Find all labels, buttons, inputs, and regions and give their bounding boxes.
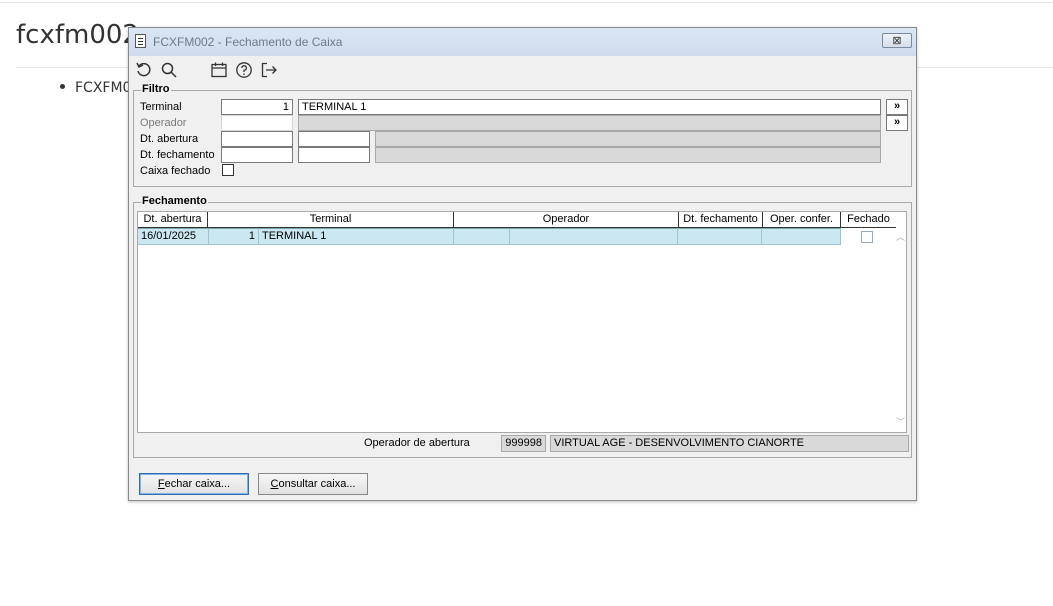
- table-cell-terminal-name[interactable]: TERMINAL 1: [259, 228, 454, 245]
- column-header-oper-confer[interactable]: Oper. confer.: [763, 212, 841, 228]
- operador-name-field: [298, 115, 881, 131]
- filtro-label: Filtro: [141, 83, 171, 95]
- terminal-label: Terminal: [140, 101, 182, 113]
- calendar-icon[interactable]: [208, 59, 230, 81]
- operador-label: Operador: [140, 117, 187, 129]
- fechar-caixa-button[interactable]: Fechar caixa...: [139, 473, 249, 495]
- table-cell-dt-abertura[interactable]: 16/01/2025: [138, 228, 209, 245]
- dialog-window: FCXFM002 - Fechamento de Caixa ⊠ Filtro …: [128, 27, 917, 501]
- document-icon: [135, 34, 146, 48]
- terminal-name-field[interactable]: TERMINAL 1: [298, 99, 881, 115]
- consultar-caixa-label: onsultar caixa...: [278, 478, 356, 490]
- fechar-caixa-mnemonic: F: [157, 478, 165, 490]
- table-cell-oper-confer[interactable]: [762, 228, 841, 245]
- operador-abertura-code-field: 999998: [501, 435, 546, 452]
- exit-icon[interactable]: [258, 59, 280, 81]
- window-titlebar[interactable]: FCXFM002 - Fechamento de Caixa ⊠: [129, 28, 916, 56]
- table-cell-operador-name[interactable]: [510, 228, 678, 245]
- terminal-lookup-button[interactable]: »: [886, 99, 908, 115]
- page-title: fcxfm002: [16, 20, 139, 50]
- dt-abertura-label: Dt. abertura: [140, 133, 199, 145]
- dt-fechamento-to-field[interactable]: [298, 147, 370, 163]
- caixa-fechado-label: Caixa fechado: [140, 165, 211, 177]
- operador-code-field[interactable]: [221, 115, 293, 131]
- dt-abertura-from-field[interactable]: [221, 131, 293, 147]
- column-header-dt-fechamento[interactable]: Dt. fechamento: [679, 212, 763, 228]
- dt-fechamento-label: Dt. fechamento: [140, 149, 215, 161]
- terminal-code-field[interactable]: 1: [221, 99, 293, 115]
- dt-abertura-extra-field: [375, 131, 881, 147]
- operador-abertura-name-field: VIRTUAL AGE - DESENVOLVIMENTO CIANORTE: [550, 435, 909, 452]
- fechamento-table[interactable]: Dt. abertura Terminal Operador Dt. fecha…: [137, 211, 907, 433]
- consultar-caixa-button[interactable]: Consultar caixa...: [258, 473, 368, 495]
- table-cell-dt-fechamento[interactable]: [678, 228, 762, 245]
- dt-abertura-to-field[interactable]: [298, 131, 370, 147]
- dt-fechamento-extra-field: [375, 147, 881, 163]
- dt-fechamento-from-field[interactable]: [221, 147, 293, 163]
- help-icon[interactable]: [233, 59, 255, 81]
- column-header-dt-abertura[interactable]: Dt. abertura: [138, 212, 208, 228]
- window-title: FCXFM002 - Fechamento de Caixa: [153, 35, 343, 49]
- operador-abertura-label: Operador de abertura: [364, 437, 470, 449]
- operador-lookup-button[interactable]: »: [886, 115, 908, 131]
- undo-icon[interactable]: [133, 59, 155, 81]
- column-header-fechado[interactable]: Fechado: [841, 212, 896, 228]
- table-cell-operador-code[interactable]: [454, 228, 510, 245]
- search-icon[interactable]: [158, 59, 180, 81]
- table-cell-fechado-checkbox[interactable]: [861, 231, 873, 243]
- close-button[interactable]: ⊠: [882, 33, 912, 48]
- table-cell-terminal-code[interactable]: 1: [209, 228, 259, 245]
- column-header-operador[interactable]: Operador: [454, 212, 679, 228]
- fechamento-label: Fechamento: [141, 195, 208, 207]
- top-divider: [0, 2, 1053, 3]
- bullet-icon: [60, 83, 65, 89]
- scroll-down-icon[interactable]: ﹀: [896, 415, 905, 428]
- scroll-up-icon[interactable]: ︿: [896, 230, 905, 243]
- column-header-terminal[interactable]: Terminal: [208, 212, 454, 228]
- fechar-caixa-label: echar caixa...: [164, 478, 231, 490]
- caixa-fechado-checkbox[interactable]: [222, 164, 234, 176]
